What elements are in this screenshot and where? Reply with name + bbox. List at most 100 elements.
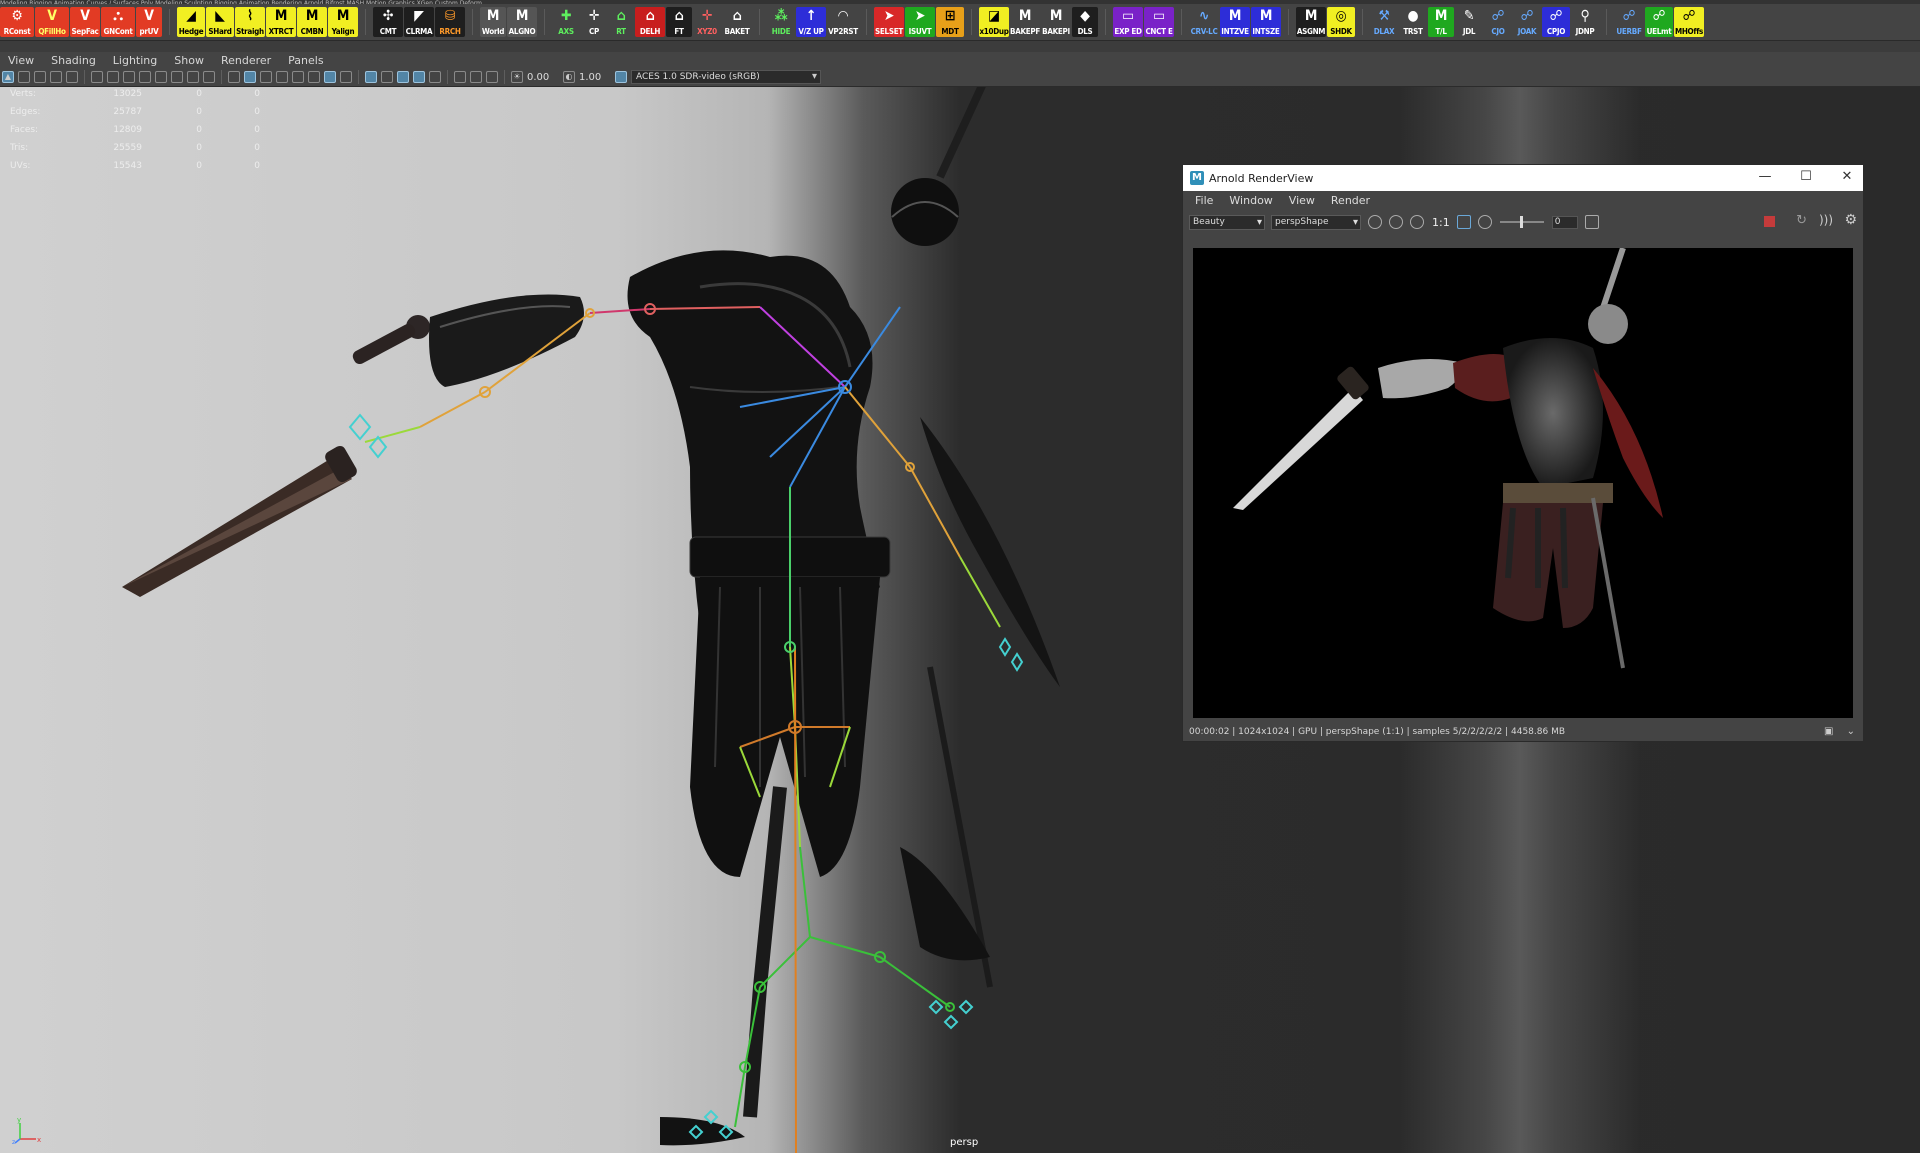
2d-pan-zoom-icon[interactable] [66, 71, 78, 83]
minimize-icon[interactable]: — [1755, 169, 1775, 184]
film-gate-icon[interactable] [123, 71, 135, 83]
shelf-button-xyz0[interactable]: ✛ XYZ0 [693, 7, 721, 37]
refresh-render-icon[interactable]: ↻ [1796, 213, 1807, 228]
shelf-button-intzve[interactable]: M INTZVE [1220, 7, 1250, 37]
xray-icon[interactable] [381, 71, 393, 83]
camera-dropdown[interactable]: perspShape [1271, 214, 1361, 230]
field-chart-icon[interactable] [171, 71, 183, 83]
select-camera-icon[interactable]: ▲ [2, 71, 14, 83]
shelf-button-t-l[interactable]: M T/L [1428, 7, 1454, 37]
shelf-button-cpjo[interactable]: ☍ CPJO [1542, 7, 1570, 37]
shelf-button-algno[interactable]: M ALGNO [507, 7, 537, 37]
safe-title-icon[interactable] [203, 71, 215, 83]
exposure-icon[interactable]: ☀ [511, 71, 523, 83]
shelf-button-pruv[interactable]: VprUV [136, 7, 162, 37]
shelf-button-straigh[interactable]: ⌇ Straigh [235, 7, 265, 37]
shelf-button-qfillho[interactable]: V QFillHo [35, 7, 69, 37]
left-forearm[interactable] [429, 294, 584, 388]
torso-armor[interactable] [627, 250, 891, 877]
expand-chevron-icon[interactable]: ⌄ [1847, 726, 1855, 737]
shelf-button-baket[interactable]: ⌂ BAKET [722, 7, 752, 37]
settings-gear-icon[interactable]: ⚙ [1844, 212, 1857, 228]
shelf-button-uerbf[interactable]: ☍ UERBF [1614, 7, 1644, 37]
camera-lock-icon[interactable] [107, 71, 119, 83]
display-mode-icon[interactable] [454, 71, 466, 83]
snapshot-compare-icon[interactable] [1584, 215, 1599, 229]
helmet[interactable] [891, 87, 986, 246]
shelf-button-cmt[interactable]: ✣ CMT [373, 7, 403, 37]
menu-shading[interactable]: Shading [51, 54, 96, 67]
shelf-button-bakepi[interactable]: M BAKEPI [1041, 7, 1071, 37]
gamma-value[interactable]: 1.00 [579, 72, 613, 83]
xray-active-icon[interactable] [413, 71, 425, 83]
view-transform-icon[interactable] [1410, 215, 1424, 229]
shelf-button-dls[interactable]: ◆ DLS [1072, 7, 1098, 37]
shelf-button-exp-ed[interactable]: ▭ EXP ED [1113, 7, 1143, 37]
shelf-tabs[interactable]: Modeling Rigging Animation Curves / Surf… [0, 0, 1920, 4]
maximize-icon[interactable]: ☐ [1796, 169, 1816, 184]
shelf-button-cnct-e[interactable]: ▭ CNCT E [1144, 7, 1174, 37]
rv-menu-file[interactable]: File [1195, 194, 1213, 207]
shelf-button-trst[interactable]: ● TRST [1399, 7, 1427, 37]
shelf-button-cp[interactable]: ✛ CP [581, 7, 607, 37]
xray-joints-icon[interactable] [397, 71, 409, 83]
safe-action-icon[interactable] [187, 71, 199, 83]
shelf-button-yalign[interactable]: M Yalign [328, 7, 358, 37]
color-space-dropdown[interactable]: ACES 1.0 SDR-video (sRGB) [631, 70, 821, 84]
rv-menu-view[interactable]: View [1289, 194, 1315, 207]
shelf-button-cmbn[interactable]: M CMBN [297, 7, 327, 37]
shelf-button-ft[interactable]: ⌂ FT [666, 7, 692, 37]
shelf-button-hedge[interactable]: ◢ Hedge [177, 7, 205, 37]
shelf-button-shard[interactable]: ◣ SHard [206, 7, 234, 37]
shelf-button-shdk[interactable]: ◎ SHDK [1327, 7, 1355, 37]
shelf-button-clrma[interactable]: ◤ CLRMA [404, 7, 434, 37]
textured-icon[interactable] [292, 71, 304, 83]
rgb-channels-icon[interactable] [1389, 215, 1403, 229]
shelf-button-sepfac[interactable]: V SepFac [70, 7, 100, 37]
render-image[interactable] [1193, 248, 1853, 718]
gamma-icon[interactable]: ◐ [563, 71, 575, 83]
use-all-lights-icon[interactable] [308, 71, 320, 83]
shelf-button-mhoffs[interactable]: ☍ MHOffs [1674, 7, 1704, 37]
fit-all-icon[interactable] [486, 71, 498, 83]
renderview-title-bar[interactable]: M Arnold RenderView — ☐ ✕ [1183, 165, 1863, 191]
crop-region-icon[interactable] [1456, 215, 1471, 229]
rv-menu-render[interactable]: Render [1331, 194, 1370, 207]
color-management-icon[interactable] [615, 71, 627, 83]
shelf-button-cjo[interactable]: ☍ CJO [1484, 7, 1512, 37]
camera-sync-icon[interactable] [470, 71, 482, 83]
default-lighting-icon[interactable] [260, 71, 272, 83]
exposure-slider[interactable] [1499, 216, 1544, 228]
menu-show[interactable]: Show [174, 54, 204, 67]
menu-lighting[interactable]: Lighting [113, 54, 157, 67]
backface-culling-icon[interactable] [429, 71, 441, 83]
shelf-button-x10dup[interactable]: ◪ x10Dup [979, 7, 1009, 37]
stop-render-button[interactable] [1764, 216, 1775, 227]
exposure-value[interactable]: 0.00 [527, 72, 561, 83]
aov-dropdown[interactable]: Beauty [1189, 214, 1265, 230]
shelf-button-axs[interactable]: ✚ AXS [552, 7, 580, 37]
ipr-icon[interactable]: ))) [1819, 213, 1833, 227]
menu-view[interactable]: View [8, 54, 34, 67]
display-settings-icon[interactable] [1368, 215, 1382, 229]
shelf-button-rconst[interactable]: ⚙ RConst [0, 7, 34, 37]
exposure-field[interactable]: 0 [1551, 215, 1578, 229]
shelf-button-world[interactable]: M World [480, 7, 506, 37]
rv-menu-window[interactable]: Window [1229, 194, 1272, 207]
camera-attributes-icon[interactable] [18, 71, 30, 83]
shelf-button-jdl[interactable]: ✎ JDL [1455, 7, 1483, 37]
shelf-button-xtrct[interactable]: M XTRCT [266, 7, 296, 37]
menu-renderer[interactable]: Renderer [221, 54, 271, 67]
shelf-button-delh[interactable]: ⌂ DELH [635, 7, 665, 37]
shelf-button-dlax[interactable]: ⚒ DLAX [1370, 7, 1398, 37]
shelf-button-bakepf[interactable]: M BAKEPF [1010, 7, 1040, 37]
shelf-button-jdnp[interactable]: ⚲ JDNP [1571, 7, 1599, 37]
shelf-button-mdt[interactable]: ⊞ MDT [936, 7, 964, 37]
gate-mask-icon[interactable] [155, 71, 167, 83]
snapshot-icon[interactable]: ▣ [1824, 726, 1833, 737]
shelf-button-vp2rst[interactable]: ◠ VP2RST [827, 7, 859, 37]
shelf-button-selset[interactable]: ➤ SELSET [874, 7, 904, 37]
shelf-button-v-z-up[interactable]: ↑ V/Z UP [796, 7, 826, 37]
shelf-button-intsze[interactable]: M INTSZE [1251, 7, 1281, 37]
grease-pencil-icon[interactable] [91, 71, 103, 83]
